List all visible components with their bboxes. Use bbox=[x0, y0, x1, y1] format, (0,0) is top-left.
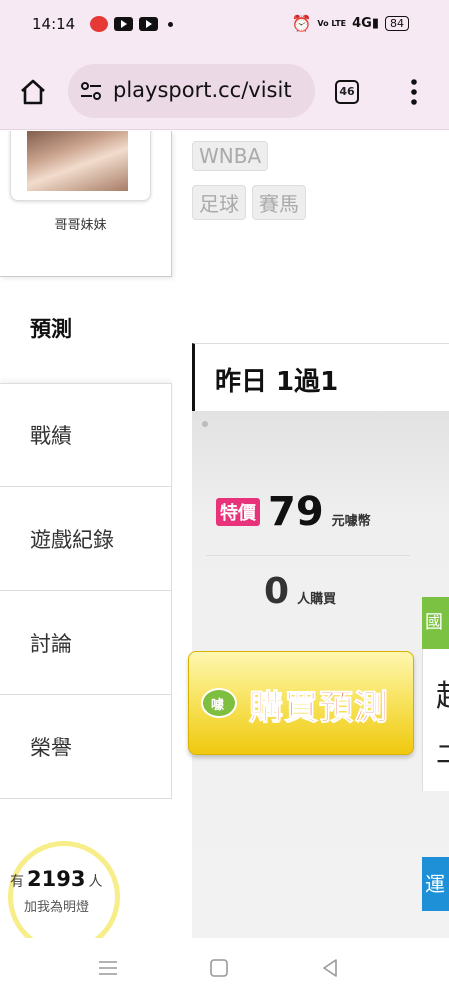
price-value: 79 bbox=[268, 489, 324, 535]
alarm-icon: ⏰ bbox=[291, 14, 312, 33]
partial-green-tab[interactable]: 國 bbox=[422, 597, 449, 649]
tag-horse-racing[interactable]: 賽馬 bbox=[252, 185, 306, 220]
buyers-row: 0 人購買 bbox=[264, 571, 336, 612]
more-menu-icon[interactable] bbox=[402, 76, 426, 108]
status-bar: 14:14 ⏰ Vo LTE 4G▮ 84 bbox=[0, 0, 449, 52]
partial-text: 起 bbox=[436, 671, 449, 715]
tag-list: WNBA 足球 賽馬 bbox=[192, 141, 312, 234]
system-nav-bar bbox=[0, 938, 449, 1000]
price-row: 特價 79 元噱幣 bbox=[216, 489, 371, 535]
tab-predict[interactable]: 預測 bbox=[30, 313, 72, 343]
section-header: 昨日 1過1 bbox=[192, 343, 449, 411]
partial-blue-tab[interactable]: 運 bbox=[422, 857, 449, 911]
side-item-record[interactable]: 戰績 bbox=[0, 383, 172, 487]
home-nav-icon[interactable] bbox=[207, 956, 231, 980]
url-bar[interactable]: playsport.cc/visit bbox=[68, 64, 315, 118]
buyers-unit: 人購買 bbox=[297, 592, 337, 607]
follow-label[interactable]: 加我為明燈 bbox=[24, 896, 89, 915]
volte-icon: Vo LTE bbox=[317, 18, 347, 28]
price-unit: 元噱幣 bbox=[331, 514, 371, 529]
avatar-frame bbox=[10, 131, 151, 201]
profile-card[interactable]: 哥哥妹妹 bbox=[10, 131, 151, 341]
notification-icons bbox=[90, 16, 173, 32]
pin-icon bbox=[202, 421, 208, 427]
side-item-discussion[interactable]: 討論 bbox=[0, 591, 172, 695]
tag-wnba[interactable]: WNBA bbox=[192, 141, 269, 171]
fans-count: 2193 bbox=[27, 867, 86, 891]
battery-icon: 84 bbox=[385, 16, 409, 31]
signal-icon: 4G▮ bbox=[352, 16, 379, 31]
fans-count-line: 有 2193 人 bbox=[10, 867, 103, 891]
more-notifications-icon bbox=[168, 21, 173, 27]
status-time: 14:14 bbox=[32, 15, 76, 33]
buy-prediction-button[interactable]: 噱 購買預測 bbox=[188, 651, 414, 755]
home-icon[interactable] bbox=[18, 77, 48, 107]
coin-icon: 噱 bbox=[201, 688, 237, 718]
special-price-badge: 特價 bbox=[216, 498, 260, 526]
side-menu: 戰績 遊戲紀錄 討論 榮譽 bbox=[0, 383, 172, 799]
buyers-count: 0 bbox=[264, 571, 290, 612]
partial-text: 土 bbox=[436, 726, 449, 770]
youtube-icon bbox=[114, 17, 133, 31]
recent-apps-icon[interactable] bbox=[96, 956, 120, 980]
avatar[interactable] bbox=[27, 131, 128, 191]
tab-switcher-button[interactable]: 46 bbox=[335, 80, 359, 104]
system-icons: ⏰ Vo LTE 4G▮ 84 bbox=[291, 14, 409, 33]
youtube-icon bbox=[139, 17, 158, 31]
section-title: 昨日 1過1 bbox=[215, 367, 339, 397]
buy-prediction-label: 購買預測 bbox=[249, 688, 389, 729]
page-content: 哥哥妹妹 WNBA 足球 賽馬 預測 戰績 遊戲紀錄 討論 榮譽 有 2193 人 加… bbox=[0, 131, 449, 938]
tag-soccer[interactable]: 足球 bbox=[192, 185, 246, 220]
profile-name[interactable]: 哥哥妹妹 bbox=[10, 214, 151, 233]
side-item-game-history[interactable]: 遊戲紀錄 bbox=[0, 487, 172, 591]
site-settings-icon[interactable] bbox=[80, 81, 102, 101]
back-icon[interactable] bbox=[318, 956, 342, 980]
divider bbox=[206, 555, 410, 556]
side-item-honors[interactable]: 榮譽 bbox=[0, 695, 172, 799]
app-notification-icon bbox=[90, 16, 108, 32]
url-text[interactable]: playsport.cc/visit bbox=[113, 78, 292, 102]
browser-toolbar: playsport.cc/visit 46 bbox=[0, 52, 449, 130]
